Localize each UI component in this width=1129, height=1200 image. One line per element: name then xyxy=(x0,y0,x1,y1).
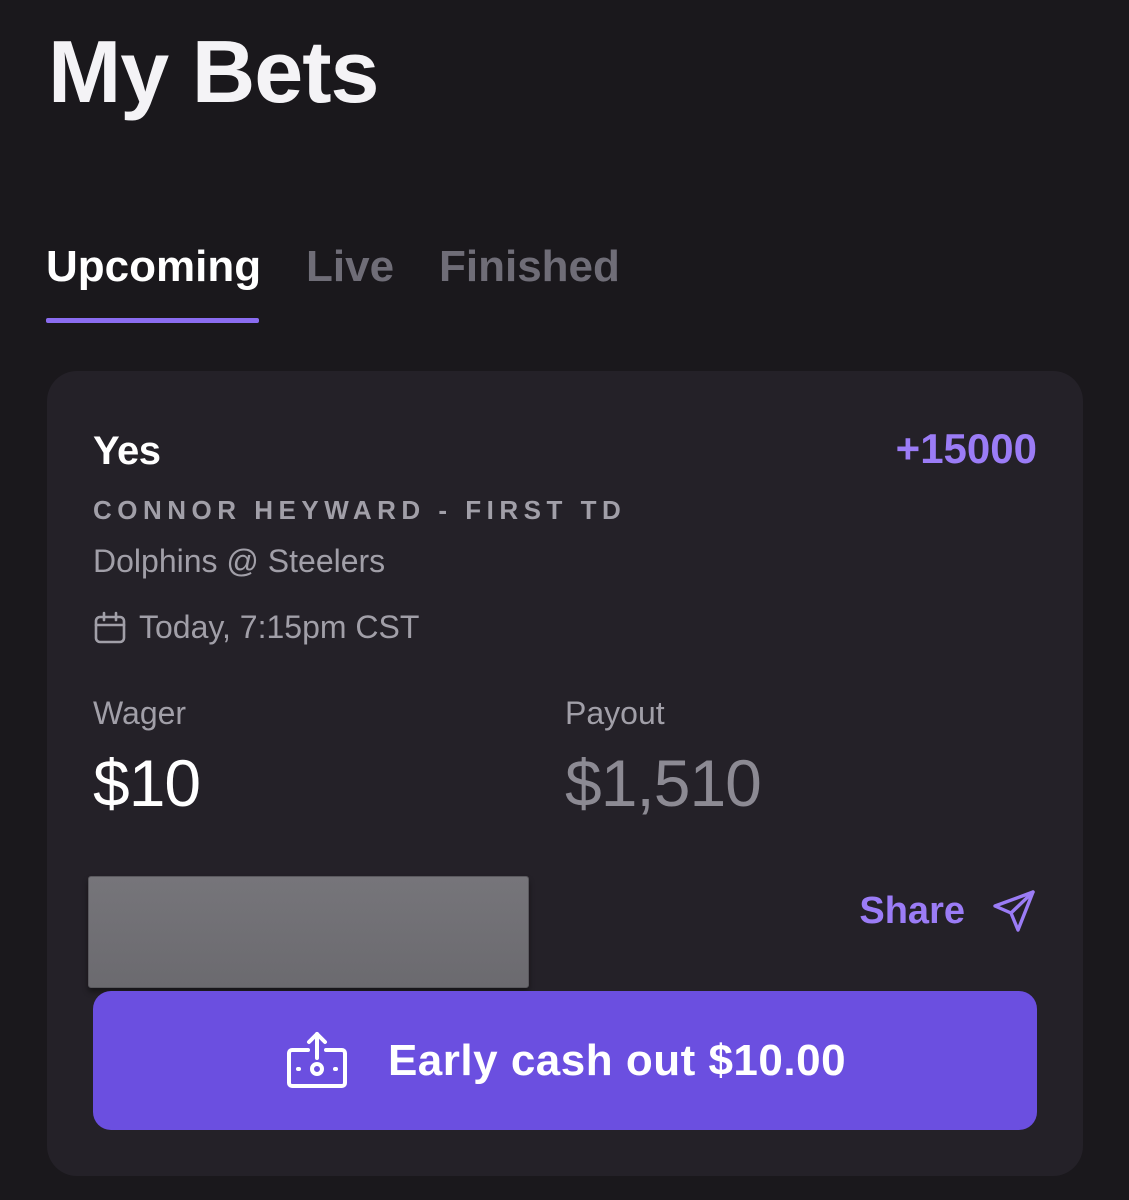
share-button[interactable]: Share xyxy=(859,888,1037,934)
bet-card: Yes +15000 CONNOR HEYWARD - FIRST TD Dol… xyxy=(47,371,1083,1176)
tab-upcoming[interactable]: Upcoming xyxy=(46,238,261,296)
payout-label: Payout xyxy=(565,695,665,731)
payout-value: $1,510 xyxy=(565,746,762,820)
send-icon xyxy=(993,890,1035,932)
wager-label: Wager xyxy=(93,695,187,731)
bet-odds: +15000 xyxy=(895,425,1037,472)
bet-market: CONNOR HEYWARD - FIRST TD xyxy=(93,495,627,525)
tab-live[interactable]: Live xyxy=(306,238,394,296)
calendar-icon xyxy=(94,611,126,643)
active-tab-indicator xyxy=(46,318,259,323)
cash-out-icon xyxy=(286,1031,347,1088)
share-label: Share xyxy=(859,889,965,932)
early-cash-out-label: Early cash out $10.00 xyxy=(387,1035,847,1085)
redaction-overlay xyxy=(88,876,529,988)
game-datetime-row: Today, 7:15pm CST xyxy=(93,609,419,646)
tab-finished[interactable]: Finished xyxy=(439,238,620,296)
game-matchup: Dolphins @ Steelers xyxy=(93,543,386,579)
game-datetime: Today, 7:15pm CST xyxy=(139,609,420,645)
bet-selection: Yes xyxy=(93,429,161,473)
wager-value: $10 xyxy=(93,746,201,820)
page-title: My Bets xyxy=(48,22,379,121)
early-cash-out-button[interactable]: Early cash out $10.00 xyxy=(93,991,1037,1130)
